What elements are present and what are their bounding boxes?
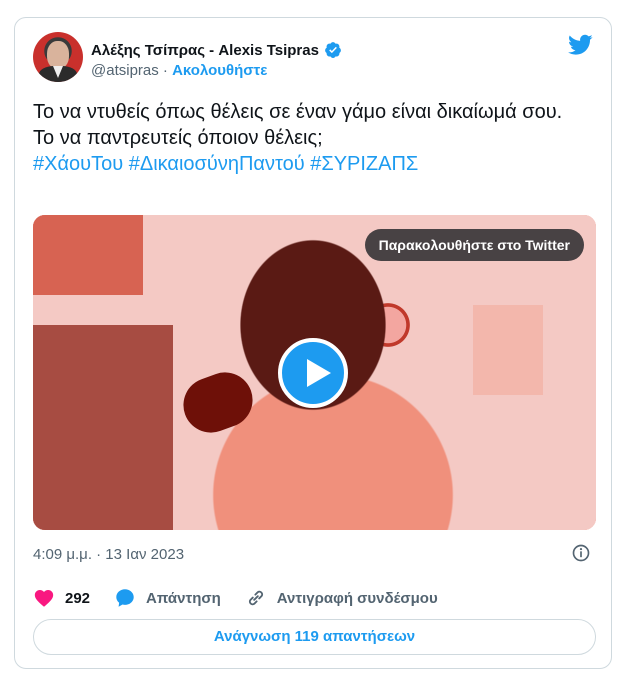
info-icon[interactable] bbox=[571, 543, 591, 563]
reply-bubble-icon bbox=[116, 589, 134, 607]
twitter-bird-icon[interactable] bbox=[568, 34, 593, 56]
author-name[interactable]: Αλέξης Τσίπρας - Alexis Tsipras bbox=[91, 42, 319, 59]
verified-badge-icon bbox=[325, 42, 341, 59]
hashtag-link[interactable]: #ΧάουΤου bbox=[33, 153, 123, 175]
play-icon[interactable] bbox=[278, 338, 348, 408]
video-frame-detail bbox=[33, 325, 173, 530]
tweet-text: Το να ντυθείς όπως θέλεις σε έναν γάμο ε… bbox=[33, 99, 593, 177]
like-count: 292 bbox=[65, 589, 91, 607]
hashtag-link[interactable]: #ΣΥΡΙΖΑΠΣ bbox=[310, 153, 418, 175]
link-icon bbox=[248, 590, 263, 606]
like-button[interactable]: 292 bbox=[33, 587, 90, 609]
heart-icon bbox=[34, 590, 54, 607]
video-frame-detail bbox=[473, 305, 543, 395]
tweet-text-line2: Το να παντρευτείς όποιον θέλεις; bbox=[33, 127, 323, 149]
reply-button[interactable]: Απάντηση bbox=[114, 587, 221, 609]
video-frame-detail bbox=[33, 215, 143, 295]
hashtag-link[interactable]: #ΔικαιοσύνηΠαντού bbox=[129, 153, 305, 175]
copy-link-label: Αντιγραφή συνδέσμου bbox=[276, 589, 438, 607]
author-handle[interactable]: @atsipras bbox=[91, 62, 159, 79]
action-bar: 292 Απάντηση Αντιγραφή συνδέσμου bbox=[33, 586, 462, 610]
reply-label: Απάντηση bbox=[146, 589, 221, 607]
read-replies-button[interactable]: Ανάγνωση 119 απαντήσεων bbox=[33, 619, 596, 655]
tweet-embed-card: Αλέξης Τσίπρας - Alexis Tsipras @atsipra… bbox=[14, 17, 612, 669]
author-name-row: Αλέξης Τσίπρας - Alexis Tsipras bbox=[91, 41, 342, 59]
tweet-text-line1: Το να ντυθείς όπως θέλεις σε έναν γάμο ε… bbox=[33, 101, 563, 123]
handle-separator: · bbox=[158, 62, 173, 79]
copy-link-button[interactable]: Αντιγραφή συνδέσμου bbox=[245, 587, 438, 609]
avatar-face bbox=[47, 41, 69, 69]
watch-on-twitter-button[interactable]: Παρακολουθήστε στο Twitter bbox=[364, 229, 584, 261]
hashtag-row: #ΧάουΤου #ΔικαιοσύνηΠαντού #ΣΥΡΙΖΑΠΣ bbox=[33, 151, 593, 177]
handle-row: @atsipras · Ακολουθήστε bbox=[91, 62, 267, 79]
tweet-timestamp[interactable]: 4:09 μ.μ. · 13 Ιαν 2023 bbox=[33, 546, 184, 563]
follow-link[interactable]: Ακολουθήστε bbox=[172, 62, 267, 79]
author-avatar[interactable] bbox=[33, 32, 83, 82]
video-thumbnail[interactable]: Παρακολουθήστε στο Twitter bbox=[33, 215, 596, 530]
